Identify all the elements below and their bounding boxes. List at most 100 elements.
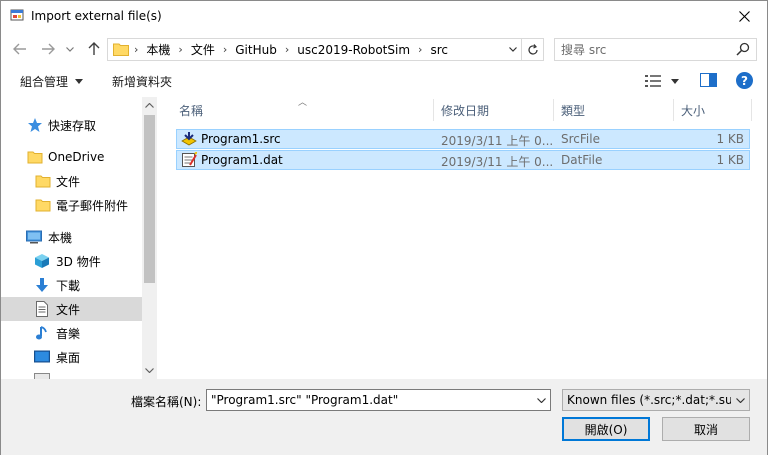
arrow-up-icon xyxy=(88,42,100,55)
nav-label: 音樂 xyxy=(56,326,81,341)
folder-icon xyxy=(27,151,43,164)
help-button[interactable]: ? xyxy=(736,72,753,89)
nav-item-desktop[interactable]: 桌面 xyxy=(1,345,142,369)
arrow-left-icon xyxy=(13,43,26,55)
src-file-icon xyxy=(181,132,197,146)
breadcrumb-item-project[interactable]: usc2019-RobotSim xyxy=(297,43,410,57)
nav-item-onedrive-documents[interactable]: 文件 xyxy=(1,169,142,193)
chevron-down-icon xyxy=(66,46,74,52)
close-button[interactable] xyxy=(721,1,767,32)
desktop-icon xyxy=(34,350,50,363)
column-divider[interactable] xyxy=(751,99,752,121)
file-type: SrcFile xyxy=(561,132,600,146)
nav-label: 快速存取 xyxy=(48,118,97,133)
search-icon[interactable] xyxy=(736,42,750,56)
organize-button[interactable]: 組合管理 xyxy=(20,73,84,90)
organize-label: 組合管理 xyxy=(20,75,69,89)
column-header-size[interactable]: 大小 xyxy=(673,97,751,123)
window-title: Import external file(s) xyxy=(31,9,162,23)
nav-label: 3D 物件 xyxy=(56,254,101,269)
close-icon xyxy=(738,11,750,22)
scroll-down-button[interactable] xyxy=(142,362,157,379)
file-row-program1-src[interactable]: Program1.src 2019/3/11 上午 0... SrcFile 1… xyxy=(176,129,750,149)
column-header-type[interactable]: 類型 xyxy=(553,97,673,123)
file-size: 1 KB xyxy=(716,153,744,167)
filename-input[interactable] xyxy=(211,392,529,408)
nav-label: 桌面 xyxy=(56,350,81,365)
up-button[interactable] xyxy=(85,39,103,59)
view-options-button[interactable] xyxy=(644,72,684,90)
scroll-up-button[interactable] xyxy=(142,97,157,114)
nav-label: OneDrive xyxy=(48,150,105,164)
breadcrumb-separator: › xyxy=(178,43,183,56)
download-icon xyxy=(36,278,48,292)
file-date: 2019/3/11 上午 0... xyxy=(441,155,554,169)
dialog-footer: 檔案名稱(N): Known files (*.src;*.dat;*.sub;… xyxy=(1,379,767,455)
navigation-pane-scrollbar[interactable] xyxy=(142,97,157,379)
filename-combobox[interactable] xyxy=(206,389,551,411)
recent-locations-button[interactable] xyxy=(64,39,76,59)
preview-pane-icon[interactable] xyxy=(700,73,717,87)
forward-button[interactable] xyxy=(39,39,57,59)
cube-icon xyxy=(35,254,49,268)
app-icon xyxy=(10,9,24,21)
file-list: ︿ 名稱 修改日期 類型 大小 Program1.src 2019/3/11 上… xyxy=(171,97,761,379)
navigation-bar: › 本機 › 文件 › GitHub › usc2019-RobotSim › … xyxy=(1,33,767,65)
breadcrumb-item-github[interactable]: GitHub xyxy=(235,43,277,57)
details-view-icon xyxy=(645,75,661,87)
file-type-filter[interactable]: Known files (*.src;*.dat;*.sub;*. xyxy=(562,389,750,411)
nav-item-downloads[interactable]: 下載 xyxy=(1,273,142,297)
nav-item-3d-objects[interactable]: 3D 物件 xyxy=(1,249,142,273)
star-icon xyxy=(28,118,42,132)
nav-item-quick-access[interactable]: 快速存取 xyxy=(1,113,142,137)
back-button[interactable] xyxy=(11,39,29,59)
address-bar[interactable]: › 本機 › 文件 › GitHub › usc2019-RobotSim › … xyxy=(107,38,544,61)
computer-icon xyxy=(26,230,42,244)
new-folder-button[interactable]: 新增資料夾 xyxy=(112,73,172,90)
chevron-up-icon xyxy=(145,103,154,108)
file-type-dropdown-button[interactable] xyxy=(733,392,747,408)
file-row-program1-dat[interactable]: Program1.dat 2019/3/11 上午 0... DatFile 1… xyxy=(176,150,750,170)
breadcrumb-item-src[interactable]: src xyxy=(430,43,448,57)
file-name: Program1.src xyxy=(201,132,281,146)
title-bar: Import external file(s) xyxy=(1,1,767,32)
navigation-pane: 快速存取 OneDrive 文件 電子郵件附件 本機 3D 物件 下載 文件 音… xyxy=(1,97,157,379)
nav-label: 本機 xyxy=(48,230,73,245)
chevron-down-icon xyxy=(508,47,517,52)
nav-item-music[interactable]: 音樂 xyxy=(1,321,142,345)
open-button[interactable]: 開啟(O) xyxy=(562,417,650,441)
search-box[interactable] xyxy=(554,38,757,61)
chevron-down-icon xyxy=(536,397,546,403)
address-history-button[interactable] xyxy=(503,39,521,60)
breadcrumb-separator: › xyxy=(134,43,139,56)
breadcrumb-item-this-pc[interactable]: 本機 xyxy=(146,41,170,58)
address-actions xyxy=(503,39,543,60)
breadcrumb-item-documents[interactable]: 文件 xyxy=(191,41,215,58)
search-input[interactable] xyxy=(561,41,731,58)
column-header-name[interactable]: ︿ 名稱 xyxy=(171,97,433,123)
nav-item-email-attachments[interactable]: 電子郵件附件 xyxy=(1,193,142,217)
refresh-button[interactable] xyxy=(521,39,543,60)
nav-item-documents[interactable]: 文件 xyxy=(1,297,142,321)
chevron-down-icon xyxy=(735,397,745,403)
cancel-button[interactable]: 取消 xyxy=(662,417,750,441)
nav-item-this-pc[interactable]: 本機 xyxy=(1,225,142,249)
refresh-icon xyxy=(527,43,538,55)
column-header-date[interactable]: 修改日期 xyxy=(433,97,553,123)
dat-file-icon xyxy=(182,152,197,167)
nav-label: 下載 xyxy=(56,278,81,293)
folder-icon xyxy=(113,43,129,56)
file-name: Program1.dat xyxy=(201,153,283,167)
file-type: DatFile xyxy=(561,153,603,167)
column-header-label: 大小 xyxy=(681,103,706,118)
file-date: 2019/3/11 上午 0... xyxy=(441,134,554,148)
scrollbar-thumb[interactable] xyxy=(144,115,155,283)
breadcrumb-separator: › xyxy=(222,43,228,56)
filename-dropdown-button[interactable] xyxy=(534,392,548,408)
arrow-right-icon xyxy=(42,43,55,55)
breadcrumb-separator: › xyxy=(284,43,290,56)
nav-item-onedrive[interactable]: OneDrive xyxy=(1,145,142,169)
music-icon xyxy=(36,326,47,340)
caret-down-icon xyxy=(75,79,84,84)
nav-label: 文件 xyxy=(56,302,81,317)
